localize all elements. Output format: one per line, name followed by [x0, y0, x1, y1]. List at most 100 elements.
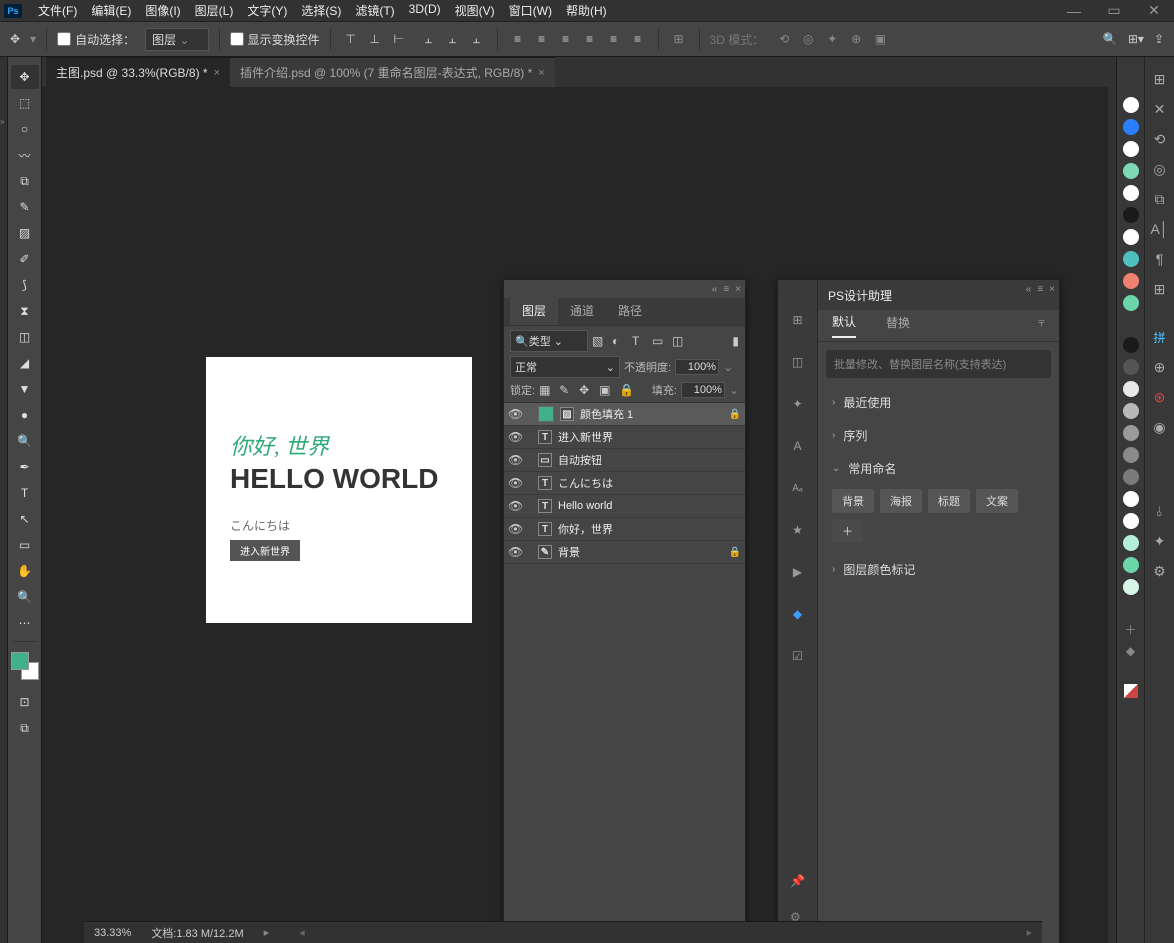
swatch-dot[interactable] — [1123, 557, 1139, 573]
panel-tab[interactable]: 图层 — [510, 296, 558, 325]
swatch-dot[interactable] — [1123, 141, 1139, 157]
menu-item[interactable]: 文件(F) — [38, 2, 77, 19]
menu-item[interactable]: 图像(I) — [145, 2, 180, 19]
visibility-icon[interactable]: 👁 — [508, 522, 522, 536]
tool-20[interactable]: 🔍 — [11, 585, 39, 609]
visibility-icon[interactable]: 👁 — [508, 453, 522, 467]
right-tool-3[interactable]: ◎ — [1150, 159, 1170, 179]
assist-search-input[interactable]: 批量修改、替换图层名称(支持表达) — [826, 350, 1051, 378]
right-tool-4[interactable]: ⧉ — [1150, 189, 1170, 209]
assist-tool-layers[interactable]: ◆ — [788, 604, 808, 624]
swatch-dot[interactable] — [1123, 491, 1139, 507]
layer-filter-type[interactable]: 🔍 类型 ⌄ — [510, 330, 588, 352]
tool-11[interactable]: ◢ — [11, 351, 39, 375]
assist-tab-replace[interactable]: 替换 — [886, 314, 910, 337]
menu-item[interactable]: 选择(S) — [301, 2, 341, 19]
swatch-dot[interactable] — [1123, 251, 1139, 267]
swatch-dot[interactable] — [1123, 337, 1139, 353]
right-tool-2[interactable]: ⟲ — [1150, 129, 1170, 149]
lock-icons[interactable]: ▦✎✥▣🔒 — [539, 383, 633, 397]
menu-item[interactable]: 滤镜(T) — [355, 2, 394, 19]
layer-row[interactable]: 👁 ▭ 自动按钮 — [504, 449, 745, 472]
swatch-dot[interactable] — [1123, 97, 1139, 113]
assist-tool-text[interactable]: A — [788, 436, 808, 456]
section-recent[interactable]: ›最近使用 — [818, 386, 1059, 419]
tool-9[interactable]: ⧗ — [11, 299, 39, 323]
name-tag[interactable]: 文案 — [976, 489, 1018, 513]
auto-select-target[interactable]: 图层 ⌄ — [145, 28, 208, 51]
menu-item[interactable]: 窗口(W) — [509, 2, 552, 19]
share-icon[interactable]: ⇪ — [1154, 32, 1164, 46]
tool-10[interactable]: ◫ — [11, 325, 39, 349]
canvas[interactable]: 你好, 世界 HELLO WORLD こんにちは 进入新世界 «≡× 图层通道路… — [42, 87, 1108, 943]
right-tool-5[interactable]: A│ — [1150, 219, 1170, 239]
right-tool-7[interactable]: ⊞ — [1150, 279, 1170, 299]
panel-tab[interactable]: 通道 — [558, 296, 606, 325]
swatch-dot[interactable] — [1123, 295, 1139, 311]
panel-close-icon[interactable]: × — [1049, 284, 1055, 295]
swatch-stack-icon[interactable]: ◆ — [1126, 644, 1135, 658]
swatch-dot[interactable] — [1123, 185, 1139, 201]
tool-4[interactable]: ⧉ — [11, 169, 39, 193]
tool-8[interactable]: ⟆ — [11, 273, 39, 297]
layer-row[interactable]: 👁 T 你好，世界 — [504, 518, 745, 541]
layer-name[interactable]: 背景 — [558, 544, 723, 560]
document-tab[interactable]: 插件介绍.psd @ 100% (7 重命名图层-表达式, RGB/8) *× — [230, 57, 555, 87]
assist-tab-default[interactable]: 默认 — [832, 313, 856, 338]
panel-menu-icon[interactable]: ≡ — [1037, 284, 1043, 295]
tool-2[interactable]: ○ — [11, 117, 39, 141]
name-tag[interactable]: 海报 — [880, 489, 922, 513]
align-group-2[interactable]: ⫠⫠⫠ — [419, 29, 487, 49]
tool-1[interactable]: ⬚ — [11, 91, 39, 115]
swatch-dot[interactable] — [1123, 381, 1139, 397]
tool-13[interactable]: ● — [11, 403, 39, 427]
screenmode-icon[interactable]: ⧉ — [11, 716, 39, 740]
right-tool-0[interactable]: ⊞ — [1150, 69, 1170, 89]
layer-row[interactable]: 👁 T Hello world — [504, 495, 745, 518]
zoom-level[interactable]: 33.33% — [94, 927, 131, 939]
layer-name[interactable]: 颜色填充 1 — [580, 406, 723, 422]
distribute-group[interactable]: ≡≡≡≡≡≡ — [508, 29, 648, 49]
tool-12[interactable]: ▼ — [11, 377, 39, 401]
swatch-dot[interactable] — [1123, 425, 1139, 441]
workspace-icon[interactable]: ⊞▾ — [1128, 32, 1144, 46]
blend-mode-select[interactable]: 正常 ⌄ — [510, 356, 620, 378]
panel-close-icon[interactable]: × — [735, 284, 741, 295]
layer-name[interactable]: 自动按钮 — [558, 452, 741, 468]
visibility-icon[interactable]: 👁 — [508, 476, 522, 490]
swatch-dot[interactable] — [1123, 359, 1139, 375]
right-tool-10[interactable]: ⊕ — [1150, 357, 1170, 377]
assist-tool-check[interactable]: ☑ — [788, 646, 808, 666]
panel-collapse-icon[interactable]: « — [1026, 284, 1032, 295]
tool-3[interactable]: 〰 — [11, 143, 39, 167]
filter-toggle[interactable]: ▮ — [732, 334, 739, 348]
right-tool-9[interactable]: 拼 — [1150, 327, 1170, 347]
close-tab-icon[interactable]: × — [538, 67, 544, 79]
name-tag[interactable]: 标题 — [928, 489, 970, 513]
menu-item[interactable]: 视图(V) — [455, 2, 495, 19]
layer-name[interactable]: Hello world — [558, 500, 741, 512]
right-tool-1[interactable]: ✕ — [1150, 99, 1170, 119]
layer-row[interactable]: 👁 ✎ 背景 🔒 — [504, 541, 745, 564]
tool-14[interactable]: 🔍 — [11, 429, 39, 453]
color-swatches[interactable] — [11, 652, 39, 680]
assist-tool-3[interactable]: ✦ — [788, 394, 808, 414]
auto-select-check[interactable]: 自动选择： — [57, 31, 135, 48]
tool-19[interactable]: ✋ — [11, 559, 39, 583]
assist-tool-star[interactable]: ★ — [788, 520, 808, 540]
layer-filter-icons[interactable]: ▧◐T▭◫ — [592, 334, 686, 348]
swatch-dot[interactable] — [1123, 469, 1139, 485]
layer-row[interactable]: 👁 T 进入新世界 — [504, 426, 745, 449]
layer-name[interactable]: 你好，世界 — [558, 521, 741, 537]
right-tool-11[interactable]: ⊛ — [1150, 387, 1170, 407]
tool-15[interactable]: ✒ — [11, 455, 39, 479]
layer-row[interactable]: 👁 ▨ 颜色填充 1 🔒 — [504, 403, 745, 426]
swatch-dot[interactable] — [1123, 447, 1139, 463]
align-group-1[interactable]: ⊤⊥⊢ — [341, 29, 409, 49]
right-tool-18[interactable]: ⚙ — [1150, 561, 1170, 581]
menu-item[interactable]: 帮助(H) — [566, 2, 607, 19]
section-colormark[interactable]: ›图层颜色标记 — [818, 553, 1059, 586]
tool-17[interactable]: ↖ — [11, 507, 39, 531]
right-tool-16[interactable]: ⫰ — [1150, 501, 1170, 521]
opacity-input[interactable] — [675, 359, 719, 375]
